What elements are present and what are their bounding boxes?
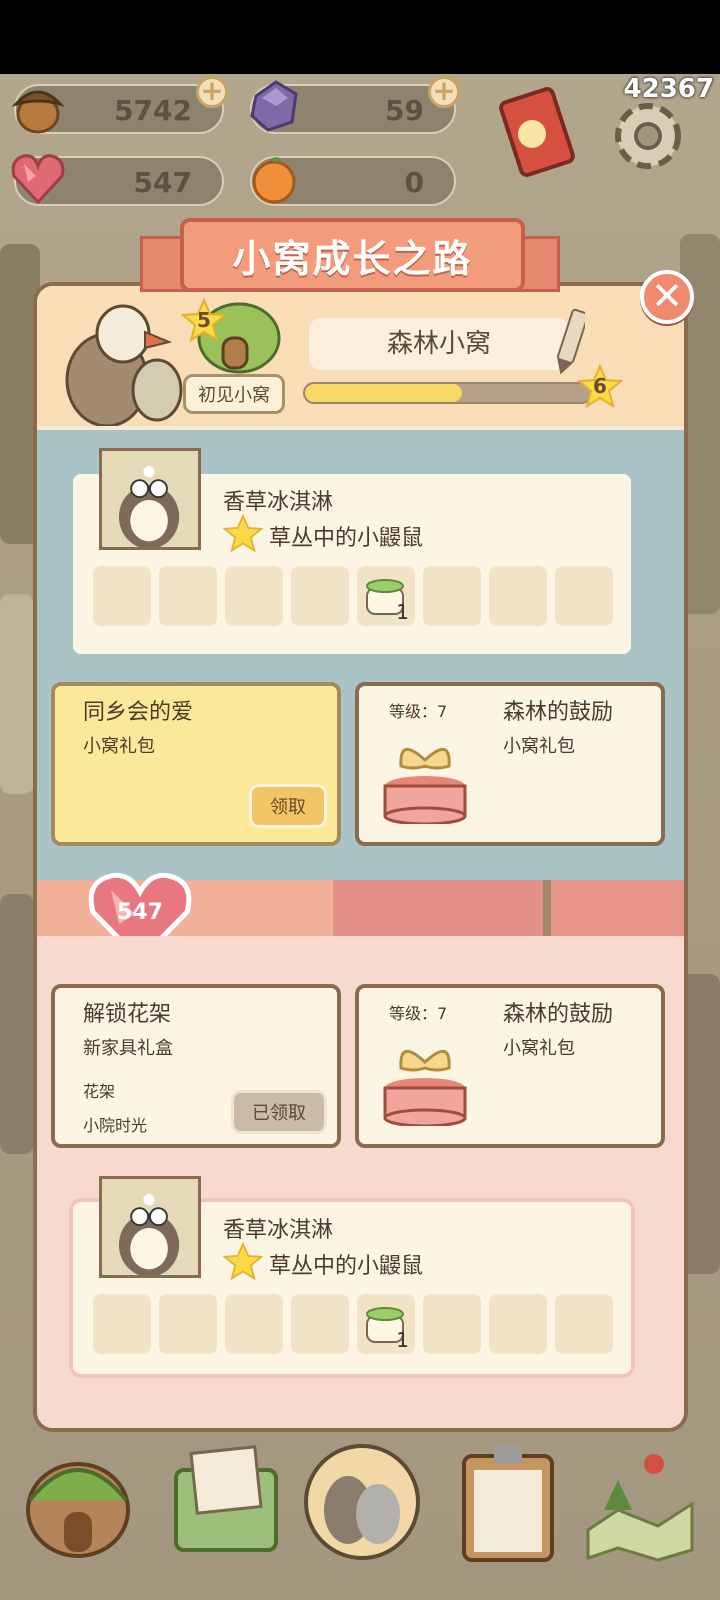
reward-level: 等级：7	[389, 702, 448, 721]
blue-section: 香草冰淇淋 草丛中的小鼹鼠 1 同乡会的爱 小窝礼包 领取 等级：7 森林的鼓励…	[37, 430, 684, 880]
cards-icon[interactable]	[490, 86, 580, 186]
reward-item: 花架	[83, 1082, 116, 1101]
gem-count: 59	[385, 94, 424, 127]
orange-resource: 0	[250, 156, 456, 206]
reward-subtitle: 小窝礼包	[83, 736, 155, 757]
nest-progress-bar	[303, 382, 593, 404]
mail-icon[interactable]	[164, 1440, 288, 1564]
next-level-star: 6	[576, 363, 624, 410]
reward-title: 森林的鼓励	[503, 700, 614, 725]
mole-illustration	[118, 466, 180, 547]
acorn-resource[interactable]: 5742 +	[11, 76, 228, 134]
pet-description: 草丛中的小鼹鼠	[269, 1254, 424, 1279]
status-bar	[0, 0, 720, 74]
heart-progress-value: 547	[117, 900, 163, 925]
reward-card-claimable[interactable]: 同乡会的爱 小窝礼包 领取	[51, 682, 341, 846]
claimed-button[interactable]: 已领取	[231, 1090, 327, 1134]
slot[interactable]	[555, 566, 613, 626]
acorn-icon	[11, 90, 65, 134]
bottom-navigation	[0, 1440, 720, 1600]
heart-crystal-icon	[11, 154, 65, 205]
current-level: 5	[197, 308, 211, 332]
slot[interactable]	[423, 566, 481, 626]
pink-section: 解锁花架 新家具礼盒 花架 小院时光 已领取 等级：7 森林的鼓励 小窝礼包 香…	[37, 936, 684, 1428]
slot-pot[interactable]: 1	[357, 1294, 415, 1354]
slot[interactable]	[291, 1294, 349, 1354]
reward-title: 解锁花架	[83, 1002, 172, 1027]
dialog-title-ribbon: 小窝成长之路	[180, 218, 525, 292]
slot[interactable]	[555, 1294, 613, 1354]
pet-card-bottom[interactable]: 香草冰淇淋 草丛中的小鼹鼠 1	[69, 1176, 635, 1378]
gear-icon[interactable]	[604, 92, 692, 180]
slot[interactable]	[225, 566, 283, 626]
slot[interactable]	[93, 566, 151, 626]
orange-count: 0	[404, 166, 424, 199]
slot[interactable]	[291, 566, 349, 626]
reward-title: 森林的鼓励	[503, 1002, 614, 1027]
nest-stage-label: 初见小窝	[183, 374, 285, 414]
reward-subtitle: 小窝礼包	[503, 1038, 575, 1059]
task-list-icon[interactable]	[446, 1440, 570, 1564]
add-acorn-button[interactable]: +	[196, 76, 228, 108]
reward-card-claimed[interactable]: 解锁花架 新家具礼盒 花架 小院时光 已领取	[51, 984, 341, 1148]
current-level-star: 5	[180, 297, 228, 344]
birds-illustration	[65, 304, 183, 426]
reward-card-level[interactable]: 等级：7 森林的鼓励 小窝礼包	[355, 984, 665, 1148]
nest-name[interactable]: 森林小窝	[309, 318, 569, 370]
star-icon	[223, 514, 263, 553]
slot-count: 1	[396, 1328, 409, 1352]
heart-count: 547	[133, 166, 192, 199]
nest-progress-fill	[305, 384, 463, 402]
claim-button[interactable]: 领取	[249, 784, 327, 828]
map-icon[interactable]	[578, 1440, 702, 1564]
reward-subtitle: 新家具礼盒	[83, 1038, 173, 1059]
heart-resource: 547	[11, 154, 224, 206]
milestone-tick	[543, 880, 551, 936]
pet-name: 香草冰淇淋	[223, 490, 334, 515]
dialog-header: 5 初见小窝 森林小窝 6	[37, 286, 684, 426]
pet-name: 香草冰淇淋	[223, 1218, 334, 1243]
slot-count: 1	[396, 600, 409, 624]
slot[interactable]	[93, 1294, 151, 1354]
friends-icon[interactable]	[300, 1440, 424, 1564]
slot[interactable]	[489, 1294, 547, 1354]
slot[interactable]	[423, 1294, 481, 1354]
gift-box-icon	[383, 1050, 467, 1126]
growth-dialog: 5 初见小窝 森林小窝 6 香草冰淇淋 草丛中的小鼹鼠 1 同乡会的爱 小窝礼包…	[33, 282, 688, 1432]
slot-pot[interactable]: 1	[357, 566, 415, 626]
add-gem-button[interactable]: +	[428, 76, 460, 108]
slot[interactable]	[225, 1294, 283, 1354]
dialog-title: 小窝成长之路	[232, 236, 473, 281]
reward-title: 同乡会的爱	[83, 700, 194, 725]
pet-description: 草丛中的小鼹鼠	[269, 526, 424, 551]
reward-card-level[interactable]: 等级：7 森林的鼓励 小窝礼包	[355, 682, 665, 846]
slot[interactable]	[489, 566, 547, 626]
star-icon	[223, 1242, 263, 1281]
acorn-count: 5742	[114, 94, 192, 127]
pet-slot-row: 1	[93, 1294, 613, 1354]
gem-resource[interactable]: 59 +	[250, 76, 460, 134]
orange-icon	[252, 157, 296, 204]
reward-subtitle: 小窝礼包	[503, 736, 575, 757]
close-button[interactable]: ✕	[640, 270, 694, 324]
gift-box-icon	[383, 748, 467, 824]
slot[interactable]	[159, 1294, 217, 1354]
pet-card-top[interactable]: 香草冰淇淋 草丛中的小鼹鼠 1	[69, 448, 635, 658]
mole-illustration	[118, 1194, 180, 1275]
next-level: 6	[593, 374, 607, 398]
pet-portrait	[99, 448, 201, 550]
pet-portrait	[99, 1176, 201, 1278]
slot[interactable]	[159, 566, 217, 626]
band-segment	[333, 880, 547, 936]
home-nest-icon[interactable]	[16, 1440, 140, 1564]
reward-item-secondary: 小院时光	[83, 1116, 148, 1135]
gem-icon	[250, 80, 298, 132]
reward-level: 等级：7	[389, 1004, 448, 1023]
pet-slot-row: 1	[93, 566, 613, 626]
